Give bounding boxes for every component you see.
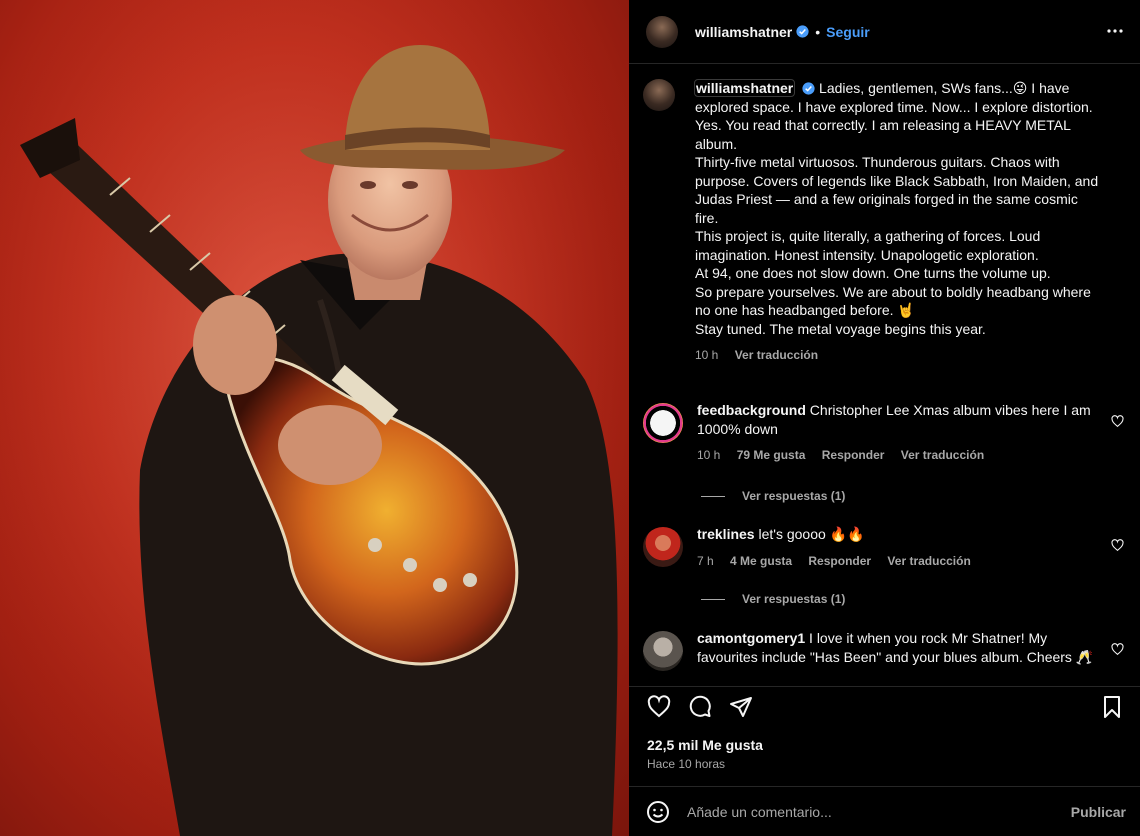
comments-scroll-area[interactable]: williamshatner Ladies, gentlemen, SWs fa… — [629, 65, 1140, 685]
replies-divider — [701, 495, 725, 497]
comment-meta: 10 h 79 Me gusta Responder Ver traducció… — [697, 446, 1097, 465]
smiley-icon[interactable] — [646, 800, 670, 824]
post-header: williamshatner • Seguir — [629, 0, 1140, 64]
caption-meta: 10 h Ver traducción — [695, 346, 1105, 365]
post-time: Hace 10 horas — [647, 757, 726, 771]
reply-button[interactable]: Responder — [822, 448, 885, 462]
follow-button[interactable]: Seguir — [826, 24, 870, 40]
comment-avatar[interactable] — [643, 631, 683, 671]
post-actions-bar — [629, 686, 1140, 726]
verified-badge-icon — [796, 25, 809, 38]
more-options-icon[interactable] — [1106, 22, 1124, 40]
view-replies-button[interactable]: Ver respuestas (1) — [701, 489, 845, 503]
comment-username[interactable]: camontgomery1 — [697, 630, 805, 646]
comment-time: 10 h — [697, 448, 721, 462]
caption-time: 10 h — [695, 348, 719, 362]
author-avatar[interactable] — [646, 15, 678, 48]
comment-like-icon[interactable] — [1111, 643, 1124, 656]
caption-avatar[interactable] — [643, 79, 675, 111]
comment-username[interactable]: treklines — [697, 526, 755, 542]
bookmark-icon[interactable] — [1100, 695, 1124, 719]
caption-line: Yes. You read that correctly. I am relea… — [695, 117, 1071, 152]
replies-divider — [701, 598, 725, 600]
paper-plane-icon[interactable] — [729, 695, 753, 719]
post-side-panel: williamshatner • Seguir williamshatner L… — [629, 0, 1140, 836]
verified-badge-icon — [802, 82, 815, 95]
comment-text: let's goooo 🔥🔥 — [758, 526, 865, 542]
comment-bubble-icon[interactable] — [688, 695, 712, 719]
comment-like-icon[interactable] — [1111, 415, 1124, 428]
comment-time: 7 h — [697, 553, 714, 568]
instagram-post: williamshatner • Seguir williamshatner L… — [0, 0, 1140, 836]
header-separator: • — [815, 23, 821, 40]
caption-line: At 94, one does not slow down. One turns… — [695, 265, 1051, 281]
reply-button[interactable]: Responder — [808, 554, 871, 568]
man-with-guitar-illustration — [0, 0, 629, 836]
comment-avatar[interactable] — [643, 527, 683, 567]
comment-body: feedbackground Christopher Lee Xmas albu… — [697, 401, 1097, 465]
comment-username[interactable]: feedbackground — [697, 402, 806, 418]
view-replies-button[interactable]: Ver respuestas (1) — [701, 592, 845, 606]
view-replies-label: Ver respuestas (1) — [742, 592, 846, 606]
caption-translate-link[interactable]: Ver traducción — [735, 348, 818, 362]
post-caption: williamshatner Ladies, gentlemen, SWs fa… — [643, 79, 1128, 365]
comment-translate-link[interactable]: Ver traducción — [887, 554, 970, 568]
heart-icon[interactable] — [647, 695, 671, 719]
comment-like-icon[interactable] — [1111, 539, 1124, 552]
caption-username[interactable]: williamshatner — [693, 79, 796, 97]
view-replies-label: Ver respuestas (1) — [742, 489, 846, 503]
comment-body: camontgomery1 I love it when you rock Mr… — [697, 629, 1097, 671]
caption-line: So prepare yourselves. We are about to b… — [695, 283, 1091, 319]
comment-likes[interactable]: 79 Me gusta — [737, 448, 806, 462]
comment-avatar[interactable] — [643, 403, 683, 443]
caption-line: Stay tuned. The metal voyage begins this… — [695, 320, 986, 337]
comment-input[interactable] — [687, 803, 1047, 820]
author-username[interactable]: williamshatner — [695, 24, 792, 40]
caption-body: williamshatner Ladies, gentlemen, SWs fa… — [693, 79, 1105, 365]
likes-count[interactable]: 22,5 mil Me gusta — [647, 737, 763, 753]
post-photo[interactable] — [0, 0, 629, 836]
comment-translate-link[interactable]: Ver traducción — [901, 448, 984, 462]
comment-item: treklines let's goooo 🔥🔥 7 h 4 Me gusta … — [643, 525, 1128, 570]
caption-line: Thirty-five metal virtuosos. Thunderous … — [695, 154, 1099, 226]
publish-button[interactable]: Publicar — [1071, 804, 1126, 820]
comment-item: feedbackground Christopher Lee Xmas albu… — [643, 401, 1128, 465]
comment-composer: Publicar — [629, 786, 1140, 836]
comment-meta: 7 h 4 Me gusta Responder Ver traducción — [697, 552, 1097, 571]
comment-item: camontgomery1 I love it when you rock Mr… — [643, 629, 1128, 671]
caption-line: This project is, quite literally, a gath… — [695, 228, 1041, 263]
comment-body: treklines let's goooo 🔥🔥 7 h 4 Me gusta … — [697, 525, 1097, 570]
comment-likes[interactable]: 4 Me gusta — [730, 554, 792, 568]
